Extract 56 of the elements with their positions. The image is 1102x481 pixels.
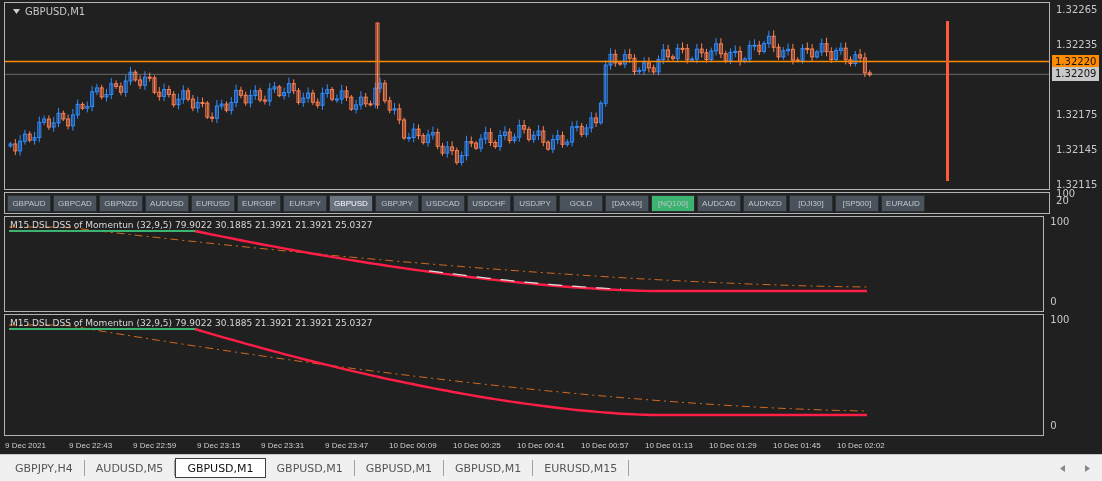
symbol-button[interactable]: GBPJPY <box>375 194 419 212</box>
symbol-button[interactable]: EURUSD <box>191 194 235 212</box>
symbol-button[interactable]: AUDNZD <box>743 194 787 212</box>
symbol-button[interactable]: USDCHF <box>467 194 511 212</box>
axis-label: 100 <box>1050 216 1071 228</box>
time-label: 10 Dec 00:41 <box>517 440 566 450</box>
time-label: 9 Dec 23:15 <box>197 440 242 450</box>
chart-tab[interactable]: GBPUSD,M1 <box>354 460 444 476</box>
symbol-button[interactable]: GBPNZD <box>99 194 143 212</box>
symbol-button[interactable]: [DAX40] <box>605 194 649 212</box>
price-tick-label: 1.32235 <box>1056 39 1098 51</box>
symbol-button[interactable]: USDJPY <box>513 194 557 212</box>
time-label: 10 Dec 00:09 <box>389 440 438 450</box>
time-label: 10 Dec 00:57 <box>581 440 630 450</box>
symbol-button[interactable]: GBPUSD <box>329 194 373 212</box>
time-label: 10 Dec 00:25 <box>453 440 502 450</box>
axis-label: 0 <box>1050 420 1058 432</box>
chart-tab[interactable]: GBPUSD,M1 <box>175 458 266 478</box>
time-label: 10 Dec 01:29 <box>709 440 758 450</box>
symbol-button[interactable]: GBPAUD <box>7 194 51 212</box>
symbol-button[interactable]: GOLD <box>559 194 603 212</box>
time-label: 10 Dec 01:45 <box>773 440 822 450</box>
symbol-button[interactable]: AUDUSD <box>145 194 189 212</box>
indicator-label: M15 DSL DSS of Momentun (32,9,5) 79.9022 30.1885 21.3921 21.3921 25.0327 <box>10 220 373 230</box>
chart-title: GBPUSD,M1 <box>25 6 86 17</box>
symbol-button[interactable]: GBPCAD <box>53 194 97 212</box>
symbol-button[interactable]: AUDCAD <box>697 194 741 212</box>
time-label: 9 Dec 23:47 <box>325 440 370 450</box>
chart-tab[interactable]: GBPUSD,M1 <box>265 460 355 476</box>
axis-label: 0 <box>1050 296 1058 308</box>
price-tick-label: 1.32265 <box>1056 4 1098 16</box>
price-tag: 1.32220 <box>1052 54 1100 69</box>
symbol-button[interactable]: [SP500] <box>835 194 879 212</box>
chart-tab[interactable]: EURUSD,M15 <box>533 460 630 476</box>
axis-label: 100 <box>1050 314 1071 326</box>
time-label: 9 Dec 22:59 <box>133 440 178 450</box>
time-label: 9 Dec 22:43 <box>69 440 114 450</box>
symbol-button[interactable]: [DJI30] <box>789 194 833 212</box>
time-label: 9 Dec 23:31 <box>261 440 306 450</box>
symbol-button[interactable]: EURGBP <box>237 194 281 212</box>
symbol-button[interactable]: EURAUD <box>881 194 925 212</box>
chart-tab[interactable]: GBPUSD,M1 <box>444 460 534 476</box>
price-tick-label: 1.32115 <box>1056 179 1098 190</box>
scroll-right-icon[interactable] <box>1085 464 1090 472</box>
time-label: 10 Dec 02:02 <box>837 440 886 450</box>
time-label: 9 Dec 2021 <box>5 440 47 450</box>
time-label: 10 Dec 01:13 <box>645 440 694 450</box>
price-tag: 1.32209 <box>1052 67 1100 82</box>
price-tick-label: 1.32175 <box>1056 109 1098 121</box>
dropdown-icon[interactable] <box>13 9 20 14</box>
indicator-label: M15 DSL DSS of Momentun (32,9,5) 79.9022 30.1885 21.3921 21.3921 25.0327 <box>10 318 373 328</box>
symbol-button[interactable]: EURJPY <box>283 194 327 212</box>
scroll-left-icon[interactable] <box>1060 464 1065 472</box>
chart-tab[interactable]: GBPJPY,H4 <box>4 460 85 476</box>
price-tick-label: 1.32145 <box>1056 144 1098 156</box>
symbol-button[interactable]: USDCAD <box>421 194 465 212</box>
